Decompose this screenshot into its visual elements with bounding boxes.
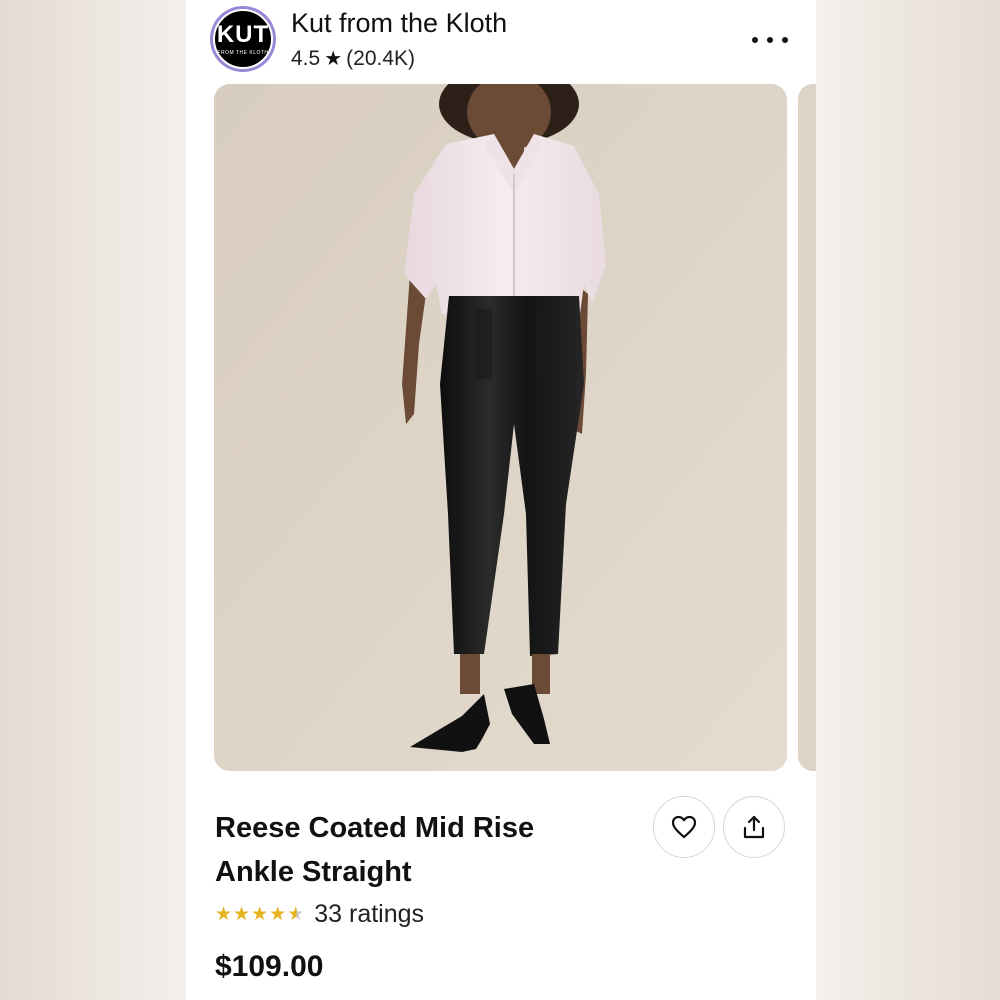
shop-name[interactable]: Kut from the Kloth	[291, 8, 507, 39]
next-product-image[interactable]	[798, 84, 816, 771]
half-star-icon: ★	[287, 903, 305, 925]
more-horizontal-icon	[752, 37, 758, 43]
logo-subtext: FROM THE KLOTH	[217, 49, 269, 56]
share-button[interactable]	[723, 796, 785, 858]
star-icon: ★	[251, 903, 269, 925]
more-horizontal-icon	[782, 37, 788, 43]
star-icon: ★	[324, 48, 343, 70]
blurred-background-right	[816, 0, 1000, 1000]
product-price: $109.00	[215, 950, 324, 983]
listing-screen: KUT FROM THE KLOTH Kut from the Kloth 4.…	[186, 0, 816, 1000]
more-horizontal-icon	[767, 37, 773, 43]
shop-rating: 4.5 ★ (20.4K)	[291, 46, 415, 71]
star-icon: ★	[233, 903, 251, 925]
shop-rating-value: 4.5	[291, 46, 321, 70]
star-icon: ★	[215, 903, 233, 925]
more-options-button[interactable]	[752, 26, 788, 54]
shop-review-count: (20.4K)	[346, 46, 416, 70]
star-icon: ★	[269, 903, 287, 925]
star-rating: ★ ★ ★ ★ ★	[215, 903, 305, 925]
product-title: Reese Coated Mid Rise Ankle Straight	[215, 812, 535, 888]
product-rating[interactable]: ★ ★ ★ ★ ★ 33 ratings	[215, 900, 424, 929]
shop-logo[interactable]: KUT FROM THE KLOTH	[210, 6, 276, 72]
ratings-count: 33 ratings	[314, 900, 425, 928]
share-icon	[743, 815, 765, 839]
heart-icon	[671, 815, 697, 839]
favorite-button[interactable]	[653, 796, 715, 858]
blurred-background-left	[0, 0, 186, 1000]
logo-text: KUT	[216, 20, 270, 48]
product-image[interactable]	[214, 84, 787, 771]
shop-logo-badge: KUT FROM THE KLOTH	[213, 9, 273, 69]
